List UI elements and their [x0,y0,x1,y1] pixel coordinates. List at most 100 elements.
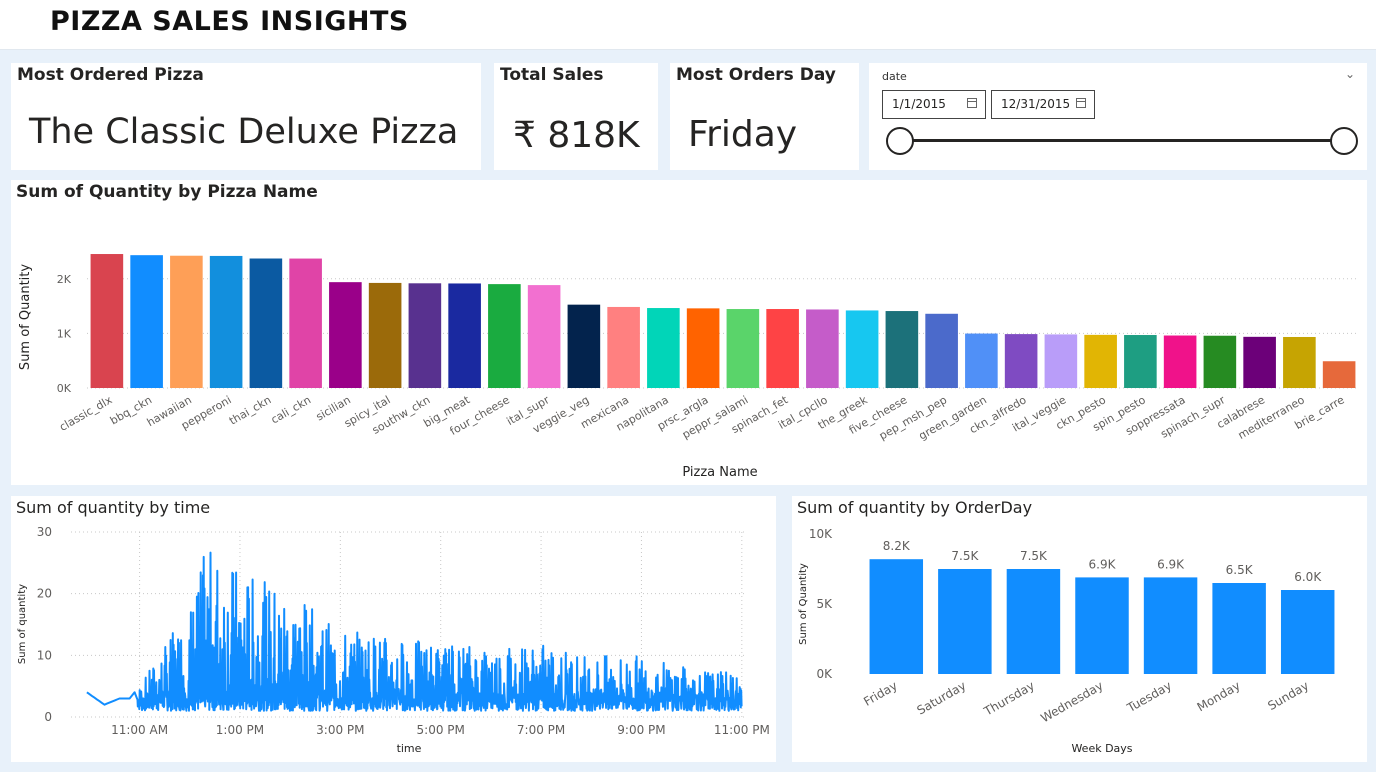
bar [1044,334,1078,388]
x-tick-label: 3:00 PM [316,723,364,737]
y-tick-label: 5K [816,597,833,611]
orderday-bar-svg: 0K 5K 10K 8.2K Friday 7.5K Saturday 7.5K Thursda… [798,527,1335,755]
bar [209,255,243,388]
bar [845,310,879,388]
bar [1203,335,1237,388]
x-tick-label: Sunday [1265,678,1311,713]
bar [965,333,998,388]
bar [1163,335,1197,388]
quantity-by-pizza-chart: Sum of Quantity by Pizza Name 0K 1K 2K clas… [11,180,1367,485]
x-axis-title: time [397,742,422,755]
slicer-label: date [882,70,907,83]
y-tick-label: 2K [57,273,72,286]
bar [249,258,283,388]
bar [1124,335,1157,388]
y-axis-title: Sum of Quantity [18,264,33,370]
bar [567,304,601,388]
x-tick-label: Wednesday [1038,678,1105,725]
slider-end-handle[interactable] [1330,127,1358,155]
y-tick-label: 30 [37,525,52,539]
bar [1084,334,1117,388]
page-title: PIZZA SALES INSIGHTS [50,6,409,37]
card-title: Most Ordered Pizza [17,65,204,85]
bar [1280,590,1335,674]
card-value: The Classic Deluxe Pizza [29,112,459,152]
data-label: 8.2K [883,539,911,553]
bar [289,258,322,388]
most-ordered-pizza-card[interactable]: Most Ordered Pizza The Classic Deluxe Pi… [11,63,481,170]
y-tick-label: 0K [57,382,72,395]
x-tick-label: Tuesday [1124,678,1174,715]
calendar-icon[interactable] [967,98,977,108]
y-tick-label: 0K [816,667,833,681]
bar [1243,336,1276,388]
bar [686,308,720,388]
bar [448,283,481,388]
x-tick-label: classic_dlx [57,393,115,434]
bar [925,313,958,388]
y-tick-label: 0 [44,710,52,724]
x-tick-label: cali_ckn [269,393,313,426]
quantity-by-orderday-chart: Sum of quantity by OrderDay 0K 5K 10K 8.2K F… [792,496,1367,762]
slider-track[interactable] [900,139,1345,142]
bar [1075,577,1129,674]
y-tick-label: 1K [57,327,72,340]
x-tick-label: 5:00 PM [417,723,465,737]
bar [726,309,760,388]
card-title: Most Orders Day [676,65,836,85]
bar [885,311,919,388]
bar [368,282,402,388]
end-date-input[interactable]: 12/31/2015 [991,90,1095,119]
x-tick-label: 11:00 PM [714,723,770,737]
x-axis-title: Pizza Name [682,465,757,480]
most-orders-day-card[interactable]: Most Orders Day Friday [670,63,859,170]
bar [1006,569,1061,674]
x-tick-label: 1:00 PM [216,723,264,737]
x-tick-label: 9:00 PM [617,723,665,737]
x-axis-title: Week Days [1071,742,1132,755]
bar [170,255,203,388]
x-tick-label: 11:00 AM [111,723,168,737]
bar [408,283,442,388]
y-axis-title: Sum of Quantity [798,563,809,645]
end-date-value: 12/31/2015 [1001,97,1071,111]
header-bar: PIZZA SALES INSIGHTS [0,0,1376,50]
bar [1004,334,1038,388]
data-label: 7.5K [1020,549,1048,563]
bar [1322,361,1356,388]
line-chart-svg: 0 10 20 30 11:00 AM 1:00 PM 3:00 PM 5:00 PM 7:00… [17,525,770,755]
date-slicer[interactable]: date ⌄ 1/1/2015 12/31/2015 [869,63,1367,170]
bar [527,285,561,388]
data-label: 6.5K [1226,563,1254,577]
bar [1212,583,1266,674]
x-tick-label: Saturday [915,678,969,717]
bar [766,309,799,388]
data-label: 6.0K [1294,570,1322,584]
series-line [86,551,743,712]
bar [869,559,924,674]
bar-chart-svg: 0K1K2Kclassic_dlxbbq_cknhawaiianpepperon… [18,254,1359,480]
y-tick-label: 10 [37,648,52,662]
bar [329,282,362,388]
y-tick-label: 10K [809,527,833,541]
bar [806,309,839,388]
x-tick-label: Friday [861,678,900,708]
bar [488,284,521,388]
start-date-input[interactable]: 1/1/2015 [882,90,986,119]
data-label: 7.5K [951,549,979,563]
total-sales-card[interactable]: Total Sales ₹ 818K [494,63,658,170]
slider-start-handle[interactable] [886,127,914,155]
bar [938,569,992,674]
chevron-down-icon[interactable]: ⌄ [1345,67,1355,81]
y-tick-label: 20 [37,587,52,601]
calendar-icon[interactable] [1076,98,1086,108]
bar [647,308,680,388]
y-axis-title: Sum of quantity [17,584,28,664]
x-tick-label: Monday [1195,678,1243,714]
data-label: 6.9K [1089,557,1117,571]
bar [90,254,124,388]
card-value: Friday [688,114,798,155]
bar [1283,336,1316,388]
x-tick-label: thai_ckn [227,393,273,427]
card-title: Total Sales [500,65,604,85]
